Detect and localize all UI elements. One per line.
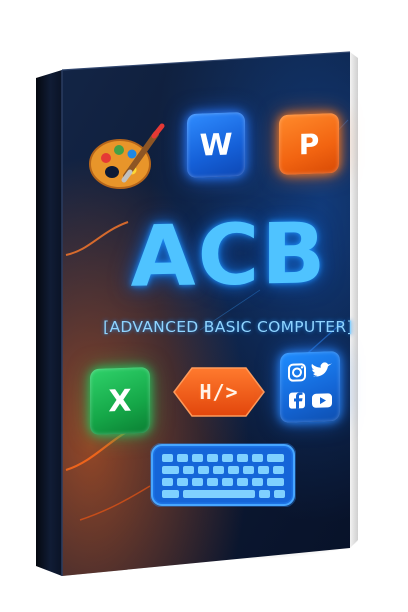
facebook-icon [289, 392, 305, 409]
book-mockup: W P ACB [ADVANCED BASIC COMPUTER] X H/> [0, 0, 408, 612]
book-spine [36, 70, 62, 576]
word-letter: W [199, 126, 233, 164]
book-title: ACB [130, 204, 328, 306]
instagram-icon [288, 363, 306, 382]
excel-letter: X [108, 383, 132, 419]
html-code-label: H/> [199, 380, 239, 404]
book-subtitle: [ADVANCED BASIC COMPUTER] [103, 318, 353, 336]
powerpoint-icon: P [279, 112, 339, 176]
powerpoint-letter: P [298, 127, 320, 161]
keyboard-icon [150, 443, 296, 507]
twitter-icon [311, 362, 332, 377]
youtube-icon [312, 393, 332, 408]
book-cover [36, 51, 358, 576]
palette-brush-icon [89, 123, 165, 189]
excel-icon: X [90, 366, 150, 436]
word-icon: W [187, 111, 245, 179]
social-media-icon [280, 350, 340, 424]
